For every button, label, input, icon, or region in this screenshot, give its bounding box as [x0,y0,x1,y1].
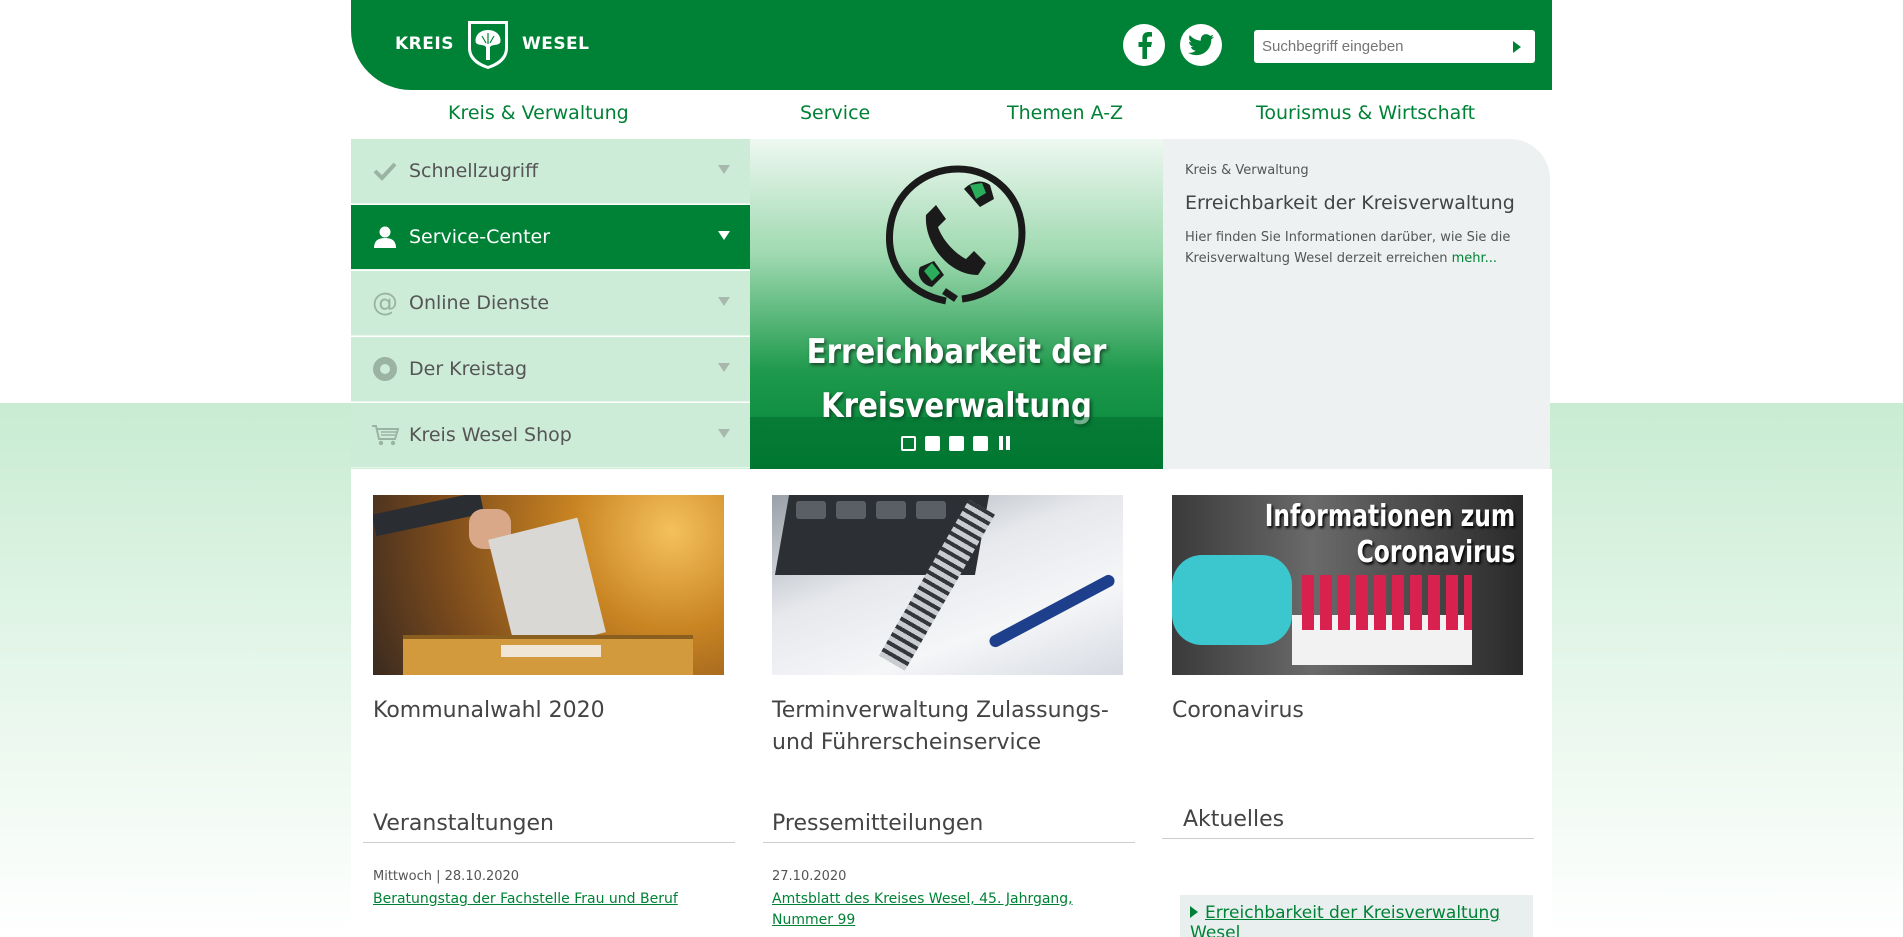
page-wrapper: KREIS WESEL Kreis [351,0,1552,937]
pause-icon[interactable] [997,435,1012,451]
teaser-more-link[interactable]: mehr... [1452,251,1497,266]
teaser-title[interactable]: Erreichbarkeit der Kreisverwaltung [1185,192,1528,214]
slider-dot-1[interactable] [901,435,916,451]
nav-tourismus-wirtschaft[interactable]: Tourismus & Wirtschaft [1256,102,1475,124]
corona-overlay-line-1: Informationen zum [1264,499,1515,534]
press-date: 27.10.2020 [772,869,847,884]
section-pressemitteilungen: Pressemitteilungen [763,811,1135,843]
logo-text-left: KREIS [395,34,454,54]
card-title: Coronavirus [1172,698,1304,723]
content-area: Kommunalwahl 2020 Terminverwaltung Zulas… [351,469,1552,937]
facebook-icon [1138,32,1152,59]
telephone-icon [886,165,1026,305]
card-kommunalwahl[interactable]: Kommunalwahl 2020 [373,495,724,727]
menu-item-label: Kreis Wesel Shop [409,424,572,446]
menu-item-label: Schnellzugriff [409,160,539,182]
menu-item-der-kreistag[interactable]: Der Kreistag [351,337,750,402]
chevron-down-icon [718,363,730,372]
tree-shield-icon [467,21,508,69]
section-veranstaltungen: Veranstaltungen [363,811,735,843]
quick-menu: Schnellzugriff Service-Center @ Online D… [351,139,750,469]
slider-teaser: Kreis & Verwaltung Erreichbarkeit der Kr… [1163,139,1550,469]
slider-dot-2[interactable] [925,435,940,451]
search-input[interactable] [1254,30,1499,63]
play-arrow-icon [1513,40,1521,53]
slider-dot-3[interactable] [949,435,964,451]
nav-kreis-verwaltung[interactable]: Kreis & Verwaltung [448,102,629,124]
calculator-notebook-image [772,495,1123,675]
news-list-item: Erreichbarkeit der Kreisverwaltung Wesel [1180,895,1533,937]
event-link[interactable]: Beratungstag der Fachstelle Frau und Ber… [373,889,713,910]
facebook-button[interactable] [1123,24,1165,66]
menu-item-schnellzugriff[interactable]: Schnellzugriff [351,139,750,204]
site-header: KREIS WESEL [351,0,1552,90]
slider-caption-line-1: Erreichbarkeit der [806,332,1107,372]
card-coronavirus[interactable]: Informationen zum Coronavirus Coronaviru… [1172,495,1523,727]
section-aktuelles: Aktuelles [1162,807,1534,839]
menu-item-service-center[interactable]: Service-Center [351,205,750,270]
chevron-down-icon [718,297,730,306]
event-date: Mittwoch | 28.10.2020 [373,869,520,884]
teaser-category: Kreis & Verwaltung [1185,163,1309,178]
chevron-down-icon [718,165,730,174]
section-title: Aktuelles [1183,807,1285,832]
logo-text-right: WESEL [521,34,590,54]
corona-overlay-line-2: Coronavirus [1356,535,1515,570]
card-title: Kommunalwahl 2020 [373,698,605,723]
search-box [1254,30,1535,63]
news-link[interactable]: Erreichbarkeit der Kreisverwaltung Wesel [1190,903,1500,937]
coronavirus-lab-image: Informationen zum Coronavirus [1172,495,1523,675]
hero-slider[interactable]: Erreichbarkeit der Kreisverwaltung [750,139,1163,469]
menu-item-online-dienste[interactable]: @ Online Dienste [351,271,750,336]
menu-item-label: Service-Center [409,226,551,248]
play-arrow-icon [1190,906,1198,918]
nav-service[interactable]: Service [800,102,870,124]
menu-item-kreis-wesel-shop[interactable]: Kreis Wesel Shop [351,403,750,468]
twitter-button[interactable] [1180,24,1222,66]
twitter-icon [1188,34,1214,56]
circle-icon [369,356,401,382]
cart-icon [369,423,401,447]
ballot-box-image [373,495,724,675]
teaser-text: Hier finden Sie Informationen darüber, w… [1185,230,1511,266]
chevron-down-icon [718,231,730,240]
site-logo[interactable]: KREIS WESEL [395,18,590,70]
slider-controls [750,417,1163,469]
section-title: Pressemitteilungen [772,811,984,836]
person-icon [369,225,401,249]
section-title: Veranstaltungen [373,811,554,836]
card-terminverwaltung[interactable]: Terminverwaltung Zulassungs- und Führers… [772,495,1123,759]
slider-dot-4[interactable] [973,435,988,451]
chevron-down-icon [718,429,730,438]
at-sign-icon: @ [372,288,398,318]
search-submit-button[interactable] [1499,30,1535,63]
menu-item-label: Online Dienste [409,292,550,314]
press-link[interactable]: Amtsblatt des Kreises Wesel, 45. Jahrgan… [772,889,1132,931]
nav-themen-a-z[interactable]: Themen A-Z [1007,102,1123,124]
menu-item-label: Der Kreistag [409,358,528,380]
checkmark-icon [369,161,401,181]
card-title: Terminverwaltung Zulassungs- und Führers… [772,698,1109,755]
corona-overlay-text: Informationen zum Coronavirus [1264,499,1515,571]
